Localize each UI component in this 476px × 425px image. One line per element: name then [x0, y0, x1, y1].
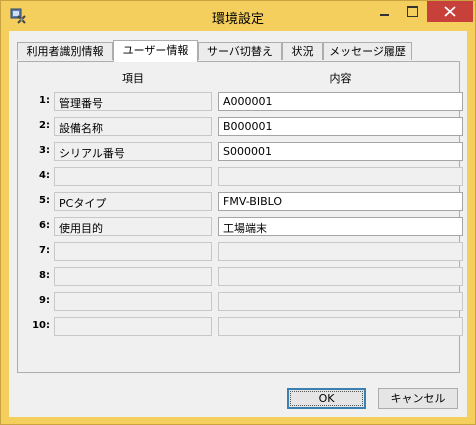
settings-window: 環境設定 利用者識別情報 ユーザー情報 サーバ切替え 状況 メッセージ履歴 項目… [0, 0, 476, 425]
item-label-field: 管理番号 [54, 92, 212, 111]
value-input-disabled [218, 267, 463, 286]
value-input-disabled [218, 292, 463, 311]
row-number: 6: [39, 220, 50, 231]
row-number: 2: [39, 120, 50, 131]
table-row: 7: [18, 242, 463, 261]
table-row: 2: 設備名称 B000001 [18, 117, 463, 136]
item-label-field: PCタイプ [54, 192, 212, 211]
row-number: 3: [39, 145, 50, 156]
table-row: 5: PCタイプ FMV-BIBLO [18, 192, 463, 211]
table-row: 4: [18, 167, 463, 186]
row-number: 9: [39, 295, 50, 306]
item-label-field: シリアル番号 [54, 142, 212, 161]
item-label-field: 設備名称 [54, 117, 212, 136]
value-input-disabled [218, 242, 463, 261]
column-header-item: 項目 [122, 72, 144, 85]
tab-server-switch[interactable]: サーバ切替え [198, 42, 282, 60]
cancel-button[interactable]: キャンセル [378, 388, 458, 409]
item-label-field: 使用目的 [54, 217, 212, 236]
value-input[interactable]: 工場端末 [218, 217, 463, 236]
tab-user-info[interactable]: ユーザー情報 [113, 40, 198, 62]
row-number: 5: [39, 195, 50, 206]
value-input-disabled [218, 317, 463, 336]
row-number: 4: [39, 170, 50, 181]
row-number: 1: [39, 95, 50, 106]
close-button[interactable] [427, 1, 473, 22]
title-bar[interactable]: 環境設定 [1, 1, 475, 31]
user-info-panel: 項目 内容 1: 管理番号 A000001 2: 設備名称 B000001 3:… [17, 61, 463, 373]
ok-button[interactable]: OK [287, 388, 366, 409]
row-number: 7: [39, 245, 50, 256]
value-input[interactable]: A000001 [218, 92, 463, 111]
item-label-field [54, 292, 212, 311]
item-label-field [54, 167, 212, 186]
row-number: 10: [32, 320, 50, 331]
value-input-disabled [218, 167, 463, 186]
table-row: 1: 管理番号 A000001 [18, 92, 463, 111]
table-row: 9: [18, 292, 463, 311]
maximize-button[interactable] [399, 1, 426, 22]
item-label-field [54, 242, 212, 261]
item-label-field [54, 317, 212, 336]
table-row: 8: [18, 267, 463, 286]
value-input[interactable]: S000001 [218, 142, 463, 161]
value-input[interactable]: FMV-BIBLO [218, 192, 463, 211]
tab-message-history[interactable]: メッセージ履歴 [323, 42, 412, 60]
tab-status[interactable]: 状況 [282, 42, 323, 60]
table-row: 6: 使用目的 工場端末 [18, 217, 463, 236]
table-row: 3: シリアル番号 S000001 [18, 142, 463, 161]
minimize-button[interactable] [371, 1, 398, 22]
column-header-content: 内容 [329, 72, 352, 85]
dialog-client-area: 利用者識別情報 ユーザー情報 サーバ切替え 状況 メッセージ履歴 項目 内容 1… [9, 31, 467, 417]
tab-user-identification[interactable]: 利用者識別情報 [17, 42, 113, 60]
row-number: 8: [39, 270, 50, 281]
item-label-field [54, 267, 212, 286]
value-input[interactable]: B000001 [218, 117, 463, 136]
table-row: 10: [18, 317, 463, 336]
close-icon [444, 6, 456, 17]
